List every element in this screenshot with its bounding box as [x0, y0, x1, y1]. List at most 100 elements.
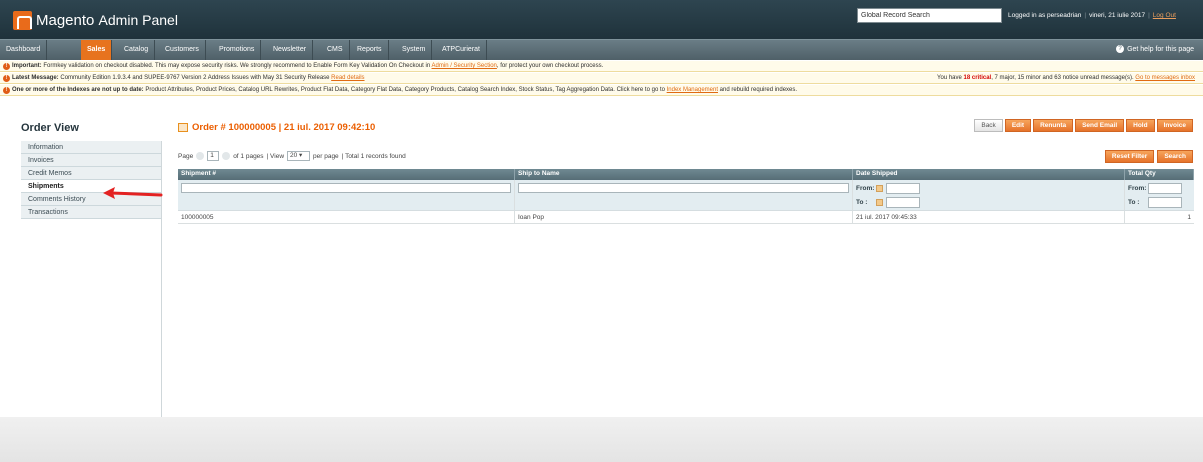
calendar-icon[interactable] — [876, 185, 883, 192]
reset-filter-button[interactable]: Reset Filter — [1104, 150, 1155, 163]
to-label: To : — [856, 199, 868, 206]
order-view-tabs: Information Invoices Credit Memos Shipme… — [21, 141, 161, 219]
shipment-filter-input[interactable] — [181, 183, 511, 193]
prev-page-icon[interactable] — [196, 152, 205, 160]
nav-atpcurierat[interactable]: ATPCurierat — [436, 40, 487, 60]
col-total-qty[interactable]: Total Qty — [1125, 169, 1194, 180]
main-nav: Dashboard Sales Catalog Customers Promot… — [0, 39, 1203, 60]
notice-label: One or more of the Indexes are not up to… — [12, 87, 144, 93]
column-divider — [161, 141, 162, 417]
tab-information[interactable]: Information — [21, 141, 161, 154]
per-page-select[interactable]: 20 ▾ — [287, 151, 311, 161]
shipment-number: 100000005 — [178, 211, 515, 224]
col-shipment[interactable]: Shipment # — [178, 169, 515, 180]
qty-to-label: To : — [1128, 199, 1140, 206]
notice-label: Important: — [12, 63, 42, 69]
tab-invoices[interactable]: Invoices — [21, 154, 161, 167]
from-label: From: — [856, 185, 875, 192]
page-input[interactable]: 1 — [207, 151, 220, 161]
invoice-button[interactable]: Invoice — [1156, 119, 1193, 132]
messages-pre: You have — [937, 75, 962, 81]
qty-to-input[interactable] — [1148, 197, 1182, 208]
user-info: Logged in as perseadrian | vineri, 21 iuli… — [1008, 12, 1176, 19]
back-button[interactable]: Back — [974, 119, 1003, 132]
global-search-input[interactable] — [857, 8, 1002, 23]
order-title-text: Order # 100000005 | 21 iul. 2017 09:42:1… — [192, 122, 376, 133]
notice-text: Formkey validation on checkout disabled.… — [43, 63, 431, 69]
notice-tail: , for protect your own checkout process. — [496, 63, 604, 69]
tab-transactions[interactable]: Transactions — [21, 206, 161, 219]
messages-summary: You have 18 critical, 7 major, 15 minor … — [937, 73, 1195, 83]
notice-index: ! One or more of the Indexes are not up … — [0, 85, 1203, 96]
help-label: Get help for this page — [1127, 46, 1194, 53]
warning-icon: ! — [3, 75, 10, 82]
order-view-title: Order View — [21, 122, 79, 134]
date-shipped: 21 iul. 2017 09:45:33 — [853, 211, 1125, 224]
col-ship-to-name[interactable]: Ship to Name — [515, 169, 853, 180]
name-filter-input[interactable] — [518, 183, 849, 193]
nav-catalog[interactable]: Catalog — [118, 40, 156, 60]
notice-text: Product Attributes, Product Prices, Cata… — [145, 87, 665, 93]
logged-in-text: Logged in as perseadrian — [1008, 12, 1082, 19]
calendar-icon[interactable] — [876, 199, 883, 206]
order-actions: Back Edit Renunta Send Email Hold Invoic… — [974, 119, 1193, 132]
read-details-link[interactable]: Read details — [331, 75, 364, 81]
nav-customers[interactable]: Customers — [159, 40, 206, 60]
notice-important: ! Important: Formkey validation on check… — [0, 61, 1203, 72]
nav-cms[interactable]: CMS — [321, 40, 350, 60]
nav-reports[interactable]: Reports — [351, 40, 389, 60]
notice-label: Latest Message: — [12, 75, 59, 81]
magento-logo-icon — [13, 11, 32, 30]
per-page-label: per page — [313, 152, 339, 160]
notice-text: Community Edition 1.9.3.4 and SUPEE-9767… — [60, 75, 330, 81]
messages-post: , 7 major, 15 minor and 63 notice unread… — [991, 75, 1134, 81]
grid-buttons: Reset Filter Search — [1104, 150, 1193, 163]
page-footer — [0, 417, 1203, 462]
edit-button[interactable]: Edit — [1004, 119, 1032, 132]
per-page-value: 20 — [290, 152, 298, 159]
nav-newsletter[interactable]: Newsletter — [267, 40, 314, 60]
col-date-shipped[interactable]: Date Shipped — [853, 169, 1125, 180]
search-button[interactable]: Search — [1157, 150, 1193, 163]
grid-filter-row: From: To : From: To : — [178, 180, 1194, 211]
qty-from-label: From: — [1128, 185, 1147, 192]
shipments-grid: Shipment # Ship to Name Date Shipped Tot… — [178, 169, 1194, 224]
cancel-order-button[interactable]: Renunta — [1033, 119, 1074, 132]
red-arrow-annotation — [103, 187, 163, 199]
of-pages-text: of 1 pages — [233, 152, 264, 160]
date-to-input[interactable] — [886, 197, 920, 208]
nav-sales[interactable]: Sales — [81, 40, 113, 60]
table-row[interactable]: 100000005 Ioan Pop 21 iul. 2017 09:45:33… — [178, 211, 1194, 224]
notice-tail: and rebuild required indexes. — [719, 87, 798, 93]
total-qty: 1 — [1125, 211, 1194, 224]
grid-header-row: Shipment # Ship to Name Date Shipped Tot… — [178, 169, 1194, 180]
next-page-icon[interactable] — [222, 152, 231, 160]
order-title: Order # 100000005 | 21 iul. 2017 09:42:1… — [178, 122, 375, 133]
tab-credit-memos[interactable]: Credit Memos — [21, 167, 161, 180]
admin-security-link[interactable]: Admin / Security Section — [432, 63, 497, 69]
view-label: | View — [266, 152, 285, 160]
notice-latest: ! Latest Message: Community Edition 1.9.… — [0, 73, 1203, 84]
nav-promotions[interactable]: Promotions — [213, 40, 262, 60]
page-label: Page — [178, 152, 194, 160]
warning-icon: ! — [3, 63, 10, 70]
total-records-text: | Total 1 records found — [341, 152, 406, 160]
ship-to-name: Ioan Pop — [515, 211, 853, 224]
index-management-link[interactable]: Index Management — [667, 87, 718, 93]
critical-count: 18 critical — [963, 75, 992, 81]
nav-dashboard[interactable]: Dashboard — [0, 40, 48, 60]
help-link[interactable]: ? Get help for this page — [1116, 40, 1194, 60]
qty-from-input[interactable] — [1148, 183, 1182, 194]
messages-inbox-link[interactable]: Go to messages inbox — [1135, 75, 1195, 81]
nav-system[interactable]: System — [396, 40, 433, 60]
logo-text: Magento Admin Panel — [36, 12, 178, 29]
send-email-button[interactable]: Send Email — [1075, 119, 1125, 132]
date-from-input[interactable] — [886, 183, 920, 194]
warning-icon: ! — [3, 87, 10, 94]
order-icon — [178, 123, 188, 132]
magento-logo[interactable]: Magento Admin Panel — [13, 11, 178, 30]
grid-pager: Page 1 of 1 pages | View 20 ▾ per page |… — [178, 151, 406, 161]
logout-link[interactable]: Log Out — [1153, 12, 1176, 19]
hold-button[interactable]: Hold — [1126, 119, 1155, 132]
admin-header: Magento Admin Panel Logged in as persead… — [0, 0, 1203, 39]
